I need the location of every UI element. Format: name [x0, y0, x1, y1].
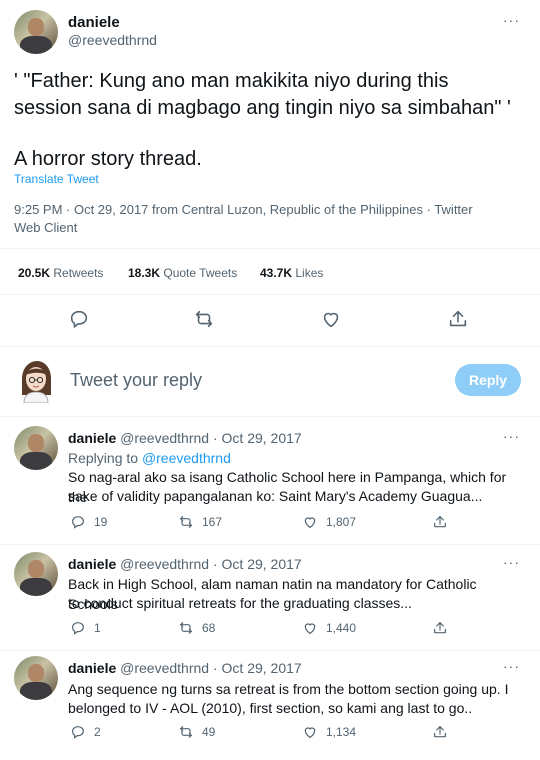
share-icon — [434, 622, 446, 634]
retweet-action[interactable]: 167 — [178, 514, 222, 530]
reply-icon — [72, 622, 84, 635]
reply-date[interactable]: · Oct 29, 2017 — [213, 660, 302, 676]
reply-icon[interactable] — [68, 308, 90, 330]
author-avatar[interactable] — [14, 10, 58, 54]
reply-author-name[interactable]: daniele — [68, 556, 116, 572]
reply-count: 1 — [94, 621, 101, 635]
reply-icon — [72, 516, 84, 529]
reply-author-handle[interactable]: @reevedthrnd — [120, 430, 209, 446]
quote-tweets-label: Quote Tweets — [163, 266, 238, 280]
retweet-icon — [180, 516, 192, 528]
tweet-text-line-3: A horror story thread. — [14, 148, 202, 170]
share-action[interactable] — [432, 620, 448, 636]
like-icon — [304, 623, 316, 635]
reply-text-line-2: to conduct spiritual retreats for the gr… — [68, 595, 412, 611]
reply-count: 19 — [94, 515, 108, 529]
like-action[interactable]: 1,134 — [302, 724, 356, 740]
more-options-icon[interactable]: ··· — [503, 658, 520, 674]
divider — [0, 248, 540, 249]
user-avatar[interactable] — [14, 355, 58, 404]
reply-date[interactable]: · Oct 29, 2017 — [213, 556, 302, 572]
reply-action[interactable]: 19 — [70, 514, 107, 530]
tweet-meta-line-2[interactable]: Web Client — [14, 220, 77, 235]
like-icon — [304, 727, 316, 739]
tweet-meta-line-1[interactable]: 9:25 PM · Oct 29, 2017 from Central Luzo… — [14, 202, 473, 217]
like-count: 1,807 — [326, 515, 357, 529]
reply-author-name[interactable]: daniele — [68, 660, 116, 676]
reply-header: daniele @reevedthrnd · Oct 29, 2017 — [68, 430, 302, 446]
replying-to-handle[interactable]: @reevedthrnd — [142, 450, 231, 466]
reply-input[interactable]: Tweet your reply — [70, 370, 202, 391]
share-icon — [434, 516, 446, 528]
reply-header: daniele @reevedthrnd · Oct 29, 2017 — [68, 660, 302, 676]
share-action[interactable] — [432, 514, 448, 530]
reply-author-handle[interactable]: @reevedthrnd — [120, 556, 209, 572]
replying-to: Replying to @reevedthrnd — [68, 448, 518, 468]
reply-avatar[interactable] — [14, 426, 58, 470]
reply-author-name[interactable]: daniele — [68, 430, 116, 446]
retweet-icon[interactable] — [193, 308, 215, 330]
tweet-text-line-1: ' "Father: Kung ano man makikita niyo du… — [14, 70, 449, 92]
retweet-count: 167 — [202, 515, 223, 529]
likes-count: 43.7K — [260, 266, 293, 280]
more-options-icon[interactable]: ··· — [503, 428, 520, 444]
like-count: 1,440 — [326, 621, 357, 635]
reply-author-handle[interactable]: @reevedthrnd — [120, 660, 209, 676]
retweets-count: 20.5K — [18, 266, 51, 280]
reply-text-line-1: Ang sequence ng turns sa retreat is from… — [68, 681, 509, 697]
divider — [0, 650, 540, 651]
more-options-icon[interactable]: ··· — [503, 12, 520, 28]
quote-tweets-count: 18.3K — [128, 266, 161, 280]
retweet-icon — [180, 726, 192, 738]
like-action[interactable]: 1,440 — [302, 620, 356, 636]
reply-count: 2 — [94, 725, 101, 739]
likes-label: Likes — [295, 266, 324, 280]
divider — [0, 544, 540, 545]
like-count: 1,134 — [326, 725, 357, 739]
replying-to-prefix: Replying to — [68, 450, 139, 466]
tweet-text-line-2: session sana di magbago ang tingin niyo … — [14, 97, 511, 119]
share-action[interactable] — [432, 724, 448, 740]
author-handle[interactable]: @reevedthrnd — [68, 32, 157, 48]
reply-date[interactable]: · Oct 29, 2017 — [213, 430, 302, 446]
retweet-count: 68 — [202, 621, 216, 635]
like-icon — [304, 517, 316, 529]
retweets-label: Retweets — [53, 266, 104, 280]
retweet-count: 49 — [202, 725, 216, 739]
reply-avatar[interactable] — [14, 552, 58, 596]
quote-tweets-stat[interactable]: 18.3K Quote Tweets — [128, 266, 237, 280]
retweet-action[interactable]: 49 — [178, 724, 215, 740]
reply-header: daniele @reevedthrnd · Oct 29, 2017 — [68, 556, 302, 572]
author-name[interactable]: daniele — [68, 14, 120, 31]
reply-text-line-2: sake of validity papangalanan ko: Saint … — [68, 488, 483, 504]
reply-action[interactable]: 1 — [70, 620, 101, 636]
retweet-action[interactable]: 68 — [178, 620, 215, 636]
retweets-stat[interactable]: 20.5K Retweets — [18, 266, 103, 280]
more-options-icon[interactable]: ··· — [503, 554, 520, 570]
like-action[interactable]: 1,807 — [302, 514, 356, 530]
reply-avatar[interactable] — [14, 656, 58, 700]
reply-action[interactable]: 2 — [70, 724, 101, 740]
divider — [0, 416, 540, 417]
reply-button[interactable]: Reply — [455, 364, 521, 396]
reply-icon — [72, 726, 84, 739]
divider — [0, 294, 540, 295]
translate-tweet-link[interactable]: Translate Tweet — [14, 172, 99, 186]
like-icon[interactable] — [320, 308, 342, 330]
retweet-icon — [180, 622, 192, 634]
likes-stat[interactable]: 43.7K Likes — [260, 266, 323, 280]
share-icon — [434, 726, 446, 738]
reply-text-line-2: belonged to IV - AOL (2010), first secti… — [68, 700, 473, 716]
divider — [0, 346, 540, 347]
share-icon[interactable] — [447, 308, 469, 330]
